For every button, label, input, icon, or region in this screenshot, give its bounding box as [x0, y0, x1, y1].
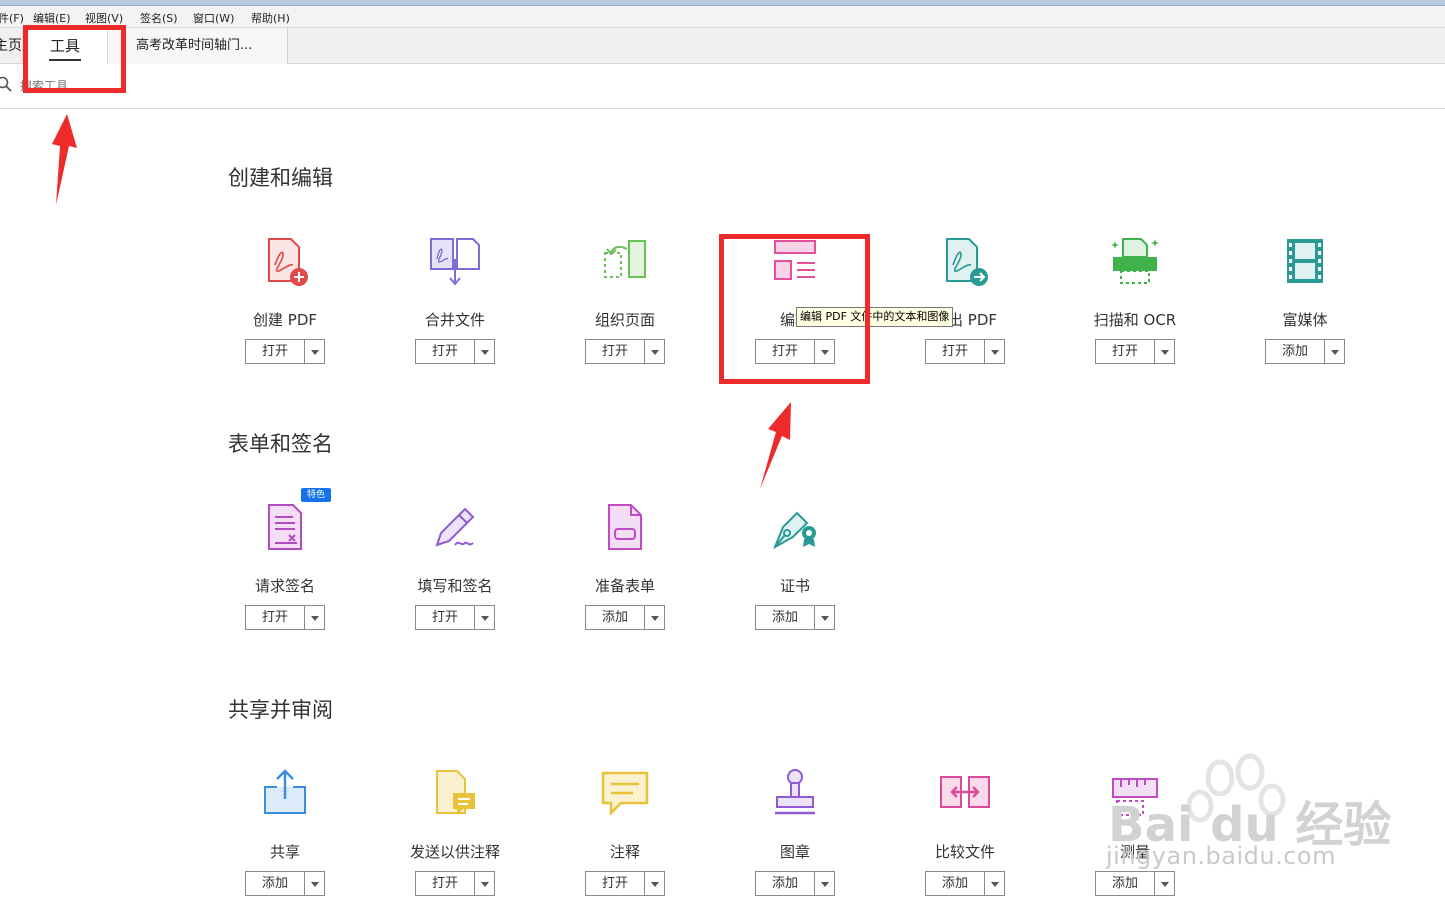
- arrow-up-icon: [52, 114, 77, 205]
- watermark-url: jingyan.baidu.com: [1106, 842, 1336, 870]
- arrow-up-icon: [760, 402, 791, 489]
